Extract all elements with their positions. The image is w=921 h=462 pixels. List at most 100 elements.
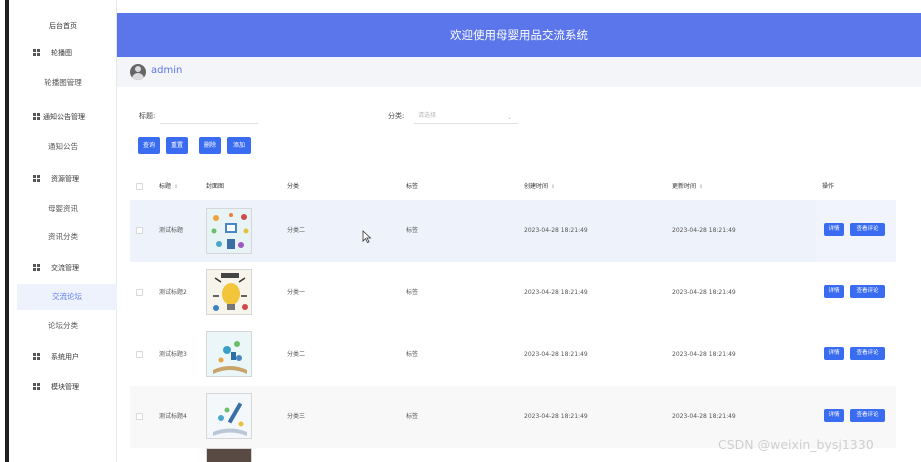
grid-icon [33, 175, 40, 182]
chevron-down-icon: ⌄ [506, 114, 512, 121]
sidebar-item-news[interactable]: 母婴资讯 [9, 196, 117, 222]
column-header-cover: 封面图 [206, 183, 225, 190]
sidebar-group-modules[interactable]: 模块管理 [9, 378, 117, 396]
sidebar-item-home[interactable]: 后台首页 [9, 18, 117, 34]
user-bar: admin [117, 57, 921, 87]
column-header-label: 创建时间 [524, 183, 549, 190]
delete-button[interactable]: 删除 [199, 137, 221, 154]
view-comments-button[interactable]: 查看评论 [850, 223, 885, 236]
table-row[interactable]: 测试标题3 分类二 标签 2023-04-28 18:21:49 2023-04… [130, 324, 896, 386]
detail-button[interactable]: 详情 [824, 285, 844, 298]
cell-updated: 2023-04-28 18:21:49 [672, 413, 736, 420]
cell-updated: 2023-04-28 18:21:49 [672, 351, 736, 358]
sort-icon: ⇕ [551, 184, 556, 190]
title-input[interactable] [160, 110, 258, 124]
view-comments-button[interactable]: 查看评论 [850, 285, 885, 298]
column-header-label: 标题 [159, 183, 172, 190]
select-all-checkbox[interactable] [136, 183, 143, 190]
row-checkbox[interactable] [136, 289, 143, 296]
search-button[interactable]: 查询 [138, 137, 160, 154]
sidebar-item-notice[interactable]: 通知公告 [9, 134, 117, 160]
cell-category: 分类三 [287, 413, 306, 420]
sort-icon: ⇕ [699, 184, 704, 190]
cell-title: 测试标题3 [159, 351, 187, 358]
cell-tag: 标签 [406, 351, 419, 358]
sidebar: 后台首页 轮播图 轮播图管理 通知公告管理 通知公告 资源管理 母婴资讯 资讯分… [9, 0, 117, 462]
cell-created: 2023-04-28 18:21:49 [524, 227, 588, 234]
mouse-cursor-icon [362, 230, 372, 244]
cell-updated: 2023-04-28 18:21:49 [672, 227, 736, 234]
add-button[interactable]: 添加 [227, 137, 251, 154]
table-header: 标题 ⇕ 封面图 分类 标签 创建时间 ⇕ 更新时间 ⇕ 操作 [130, 174, 896, 200]
cell-created: 2023-04-28 18:21:49 [524, 351, 588, 358]
cell-tag: 标签 [406, 289, 419, 296]
cell-tag: 标签 [406, 227, 419, 234]
sidebar-group-label: 模块管理 [51, 383, 79, 391]
cell-category: 分类二 [287, 227, 306, 234]
sidebar-group-label: 资源管理 [51, 175, 79, 183]
cell-category: 分类二 [287, 351, 306, 358]
cell-title: 测试标题 [159, 227, 184, 234]
title-label: 标题: [139, 112, 156, 120]
column-header-created[interactable]: 创建时间 ⇕ [524, 174, 555, 200]
column-header-title[interactable]: 标题 ⇕ [159, 174, 178, 200]
detail-button[interactable]: 详情 [824, 409, 844, 422]
cover-image [206, 448, 252, 462]
cover-image [206, 393, 252, 439]
cell-tag: 标签 [406, 413, 419, 420]
column-header-category: 分类 [287, 183, 300, 190]
cell-title: 测试标题2 [159, 289, 187, 296]
sidebar-item-carousel-manage[interactable]: 轮播图管理 [9, 70, 117, 96]
avatar-icon[interactable] [130, 64, 146, 80]
user-name[interactable]: admin [151, 65, 182, 76]
sidebar-group-carousel[interactable]: 轮播图 [9, 44, 117, 62]
view-comments-button[interactable]: 查看评论 [850, 409, 885, 422]
cell-title: 测试标题4 [159, 413, 187, 420]
category-select[interactable]: 请选择 ⌄ [414, 110, 518, 124]
cell-created: 2023-04-28 18:21:49 [524, 289, 588, 296]
row-checkbox[interactable] [136, 351, 143, 358]
cover-image [206, 331, 252, 377]
app-window: 后台首页 轮播图 轮播图管理 通知公告管理 通知公告 资源管理 母婴资讯 资讯分… [0, 0, 921, 462]
sidebar-item-news-category[interactable]: 资讯分类 [9, 224, 117, 250]
table-row[interactable]: 测试标题2 分类一 标签 2023-04-28 18:21:49 2023-04… [130, 262, 896, 324]
sidebar-group-label: 通知公告管理 [43, 113, 85, 121]
cell-category: 分类一 [287, 289, 306, 296]
reset-button[interactable]: 重置 [166, 137, 188, 154]
sidebar-item-forum[interactable]: 交流论坛 [17, 284, 117, 310]
sidebar-group-label: 交流管理 [51, 264, 79, 272]
grid-icon [33, 49, 40, 56]
column-header-updated[interactable]: 更新时间 ⇕ [672, 174, 703, 200]
grid-icon [33, 353, 40, 360]
detail-button[interactable]: 详情 [824, 347, 844, 360]
sidebar-group-notice[interactable]: 通知公告管理 [9, 108, 117, 126]
row-checkbox[interactable] [136, 227, 143, 234]
cover-image [206, 208, 252, 254]
page-title: 欢迎使用母婴用品交流系统 [450, 28, 588, 42]
cell-updated: 2023-04-28 18:21:49 [672, 289, 736, 296]
window-edge [0, 0, 9, 462]
column-header-tag: 标签 [406, 183, 419, 190]
category-placeholder: 请选择 [418, 112, 437, 119]
sidebar-group-label: 系统用户 [51, 353, 79, 361]
column-header-label: 更新时间 [672, 183, 697, 190]
header-bar: 欢迎使用母婴用品交流系统 [117, 13, 921, 57]
sort-icon: ⇕ [174, 184, 179, 190]
category-label: 分类: [388, 112, 405, 120]
view-comments-button[interactable]: 查看评论 [850, 347, 885, 360]
sidebar-group-users[interactable]: 系统用户 [9, 348, 117, 366]
detail-button[interactable]: 详情 [824, 223, 844, 236]
sidebar-group-exchange[interactable]: 交流管理 [9, 259, 117, 277]
row-checkbox[interactable] [136, 413, 143, 420]
sidebar-item-forum-category[interactable]: 论坛分类 [9, 313, 117, 339]
watermark: CSDN @weixin_bysj1330 [718, 437, 874, 452]
sidebar-group-resource[interactable]: 资源管理 [9, 170, 117, 188]
grid-icon [33, 113, 40, 120]
grid-icon [33, 264, 40, 271]
grid-icon [33, 383, 40, 390]
cover-image [206, 269, 252, 315]
sidebar-group-label: 轮播图 [51, 49, 72, 57]
cell-created: 2023-04-28 18:21:49 [524, 413, 588, 420]
table-row[interactable]: 测试标题 分类二 标签 2023-04-28 18:21:49 2023-04-… [130, 200, 896, 262]
column-header-actions: 操作 [822, 183, 835, 190]
